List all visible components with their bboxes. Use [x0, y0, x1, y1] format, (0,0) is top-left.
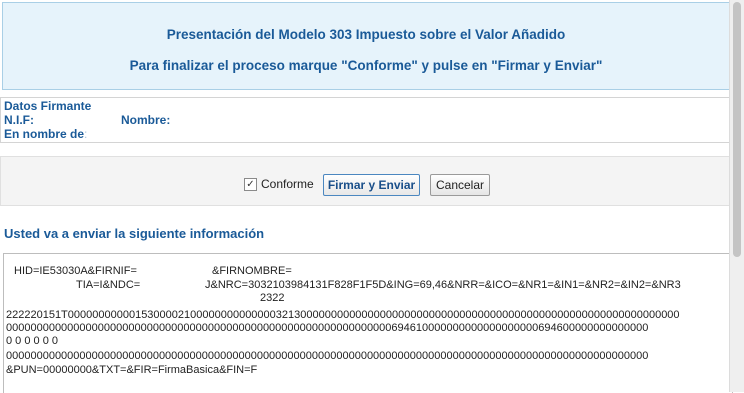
- conforme-checkbox[interactable]: ✓: [244, 177, 257, 191]
- conforme-label[interactable]: Conforme: [261, 177, 314, 191]
- page-scrollbar[interactable]: [729, 0, 744, 392]
- action-bar: ✓ Conforme Firmar y Enviar Cancelar: [0, 156, 732, 206]
- nif-label: N.I.F:: [4, 113, 34, 127]
- sign-and-send-button[interactable]: Firmar y Enviar: [323, 174, 420, 196]
- signer-panel: Datos Firmante N.I.F: Nombre: En nombre …: [0, 97, 730, 143]
- data-line: 2322: [260, 292, 285, 304]
- data-line: J&NRC=3032103984131F828F1F5D&ING=69,46&N…: [205, 279, 681, 291]
- data-line: 222220151T000000000001530000210000000000…: [6, 309, 680, 321]
- data-line: 0000000000000000000000000000000000000000…: [6, 350, 649, 362]
- info-section-title: Usted va a enviar la siguiente informaci…: [4, 226, 265, 241]
- submission-data-textarea[interactable]: HID=IE53030A&FIRNIF= &FIRNOMBRE= TIA=I&N…: [3, 253, 733, 393]
- data-line: 0 0 0 0 0 0: [6, 335, 58, 347]
- data-line: &FIRNOMBRE=: [212, 265, 292, 277]
- data-line: HID=IE53030A&FIRNIF=: [14, 265, 137, 277]
- header-panel: Presentación del Modelo 303 Impuesto sob…: [2, 2, 730, 90]
- name-label: Nombre:: [121, 113, 171, 127]
- cancel-button[interactable]: Cancelar: [430, 174, 490, 196]
- on-behalf-row: En nombre de:: [4, 127, 87, 141]
- data-line: &PUN=00000000&TXT=&FIR=FirmaBasica&FIN=F: [6, 364, 258, 376]
- page-instruction: Para finalizar el proceso marque "Confor…: [129, 58, 603, 73]
- on-behalf-label: En nombre de: [4, 127, 85, 141]
- data-line: 0000000000000000000000000000000000000000…: [6, 322, 649, 334]
- signer-section-label: Datos Firmante: [4, 99, 92, 113]
- conforme-control[interactable]: ✓ Conforme: [244, 177, 314, 191]
- data-line: TIA=I&NDC=: [76, 279, 141, 291]
- scrollbar-thumb[interactable]: [733, 2, 741, 257]
- on-behalf-colon: :: [84, 127, 88, 141]
- page-title: Presentación del Modelo 303 Impuesto sob…: [166, 27, 566, 42]
